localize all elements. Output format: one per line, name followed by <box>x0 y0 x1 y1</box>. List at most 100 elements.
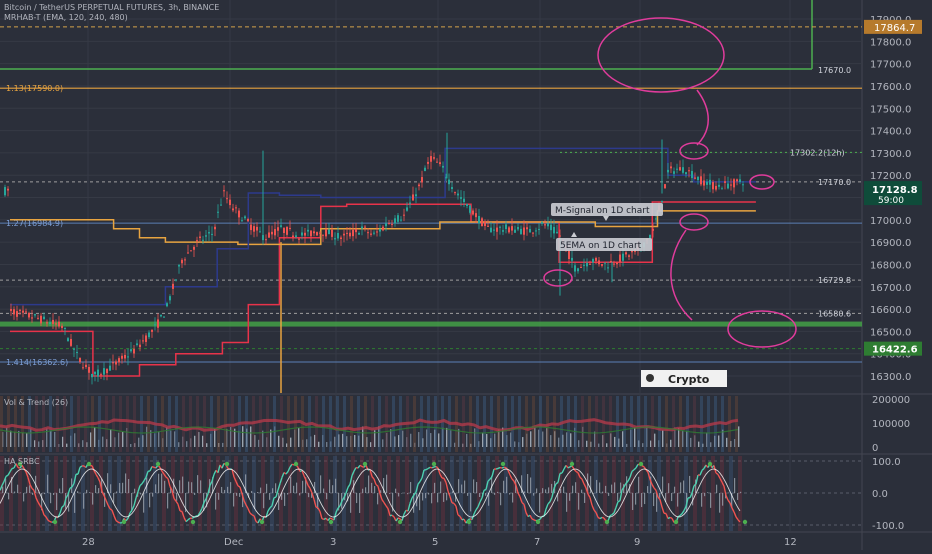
oscillator-hist <box>194 493 195 495</box>
oscillator-hist <box>509 493 510 495</box>
trend-stripe <box>336 396 339 452</box>
candle-body <box>631 251 633 252</box>
candle-body <box>601 264 603 266</box>
trend-stripe <box>189 396 192 452</box>
candle-body <box>229 200 231 205</box>
level-17170-label: 17170.0 <box>818 178 851 187</box>
candle-body <box>286 227 288 235</box>
price-pane[interactable] <box>0 0 862 393</box>
candle-body <box>535 230 537 231</box>
trend-stripe <box>280 396 283 452</box>
oscillator-hist <box>140 493 141 494</box>
oscillator-hist <box>545 489 546 493</box>
oscillator-hist <box>116 491 117 493</box>
oscillator-hist <box>83 493 84 509</box>
oscillator-hist <box>50 493 51 503</box>
volume-bar <box>662 430 663 447</box>
oscillator-top-marker <box>156 462 160 466</box>
candle-body <box>58 322 60 327</box>
candle-body <box>721 188 723 189</box>
oscillator-hist <box>443 493 444 502</box>
trend-stripe <box>322 396 325 452</box>
candle-body <box>475 213 477 217</box>
candle-body <box>736 179 738 181</box>
oscillator-hist <box>77 491 78 493</box>
trend-stripe <box>119 396 122 452</box>
trend-stripe <box>182 396 185 452</box>
oscillator-line <box>432 467 434 468</box>
countdown-label: 59:00 <box>878 196 904 206</box>
price-tick-label: 17800.0 <box>870 37 911 48</box>
candle-body <box>280 225 282 227</box>
oscillator-hist <box>683 481 684 493</box>
oscillator-hist <box>494 493 495 495</box>
price-tick-label: 17700.0 <box>870 60 911 71</box>
oscillator-line <box>330 518 332 519</box>
volume-bar <box>642 443 643 447</box>
trend-stripe <box>273 396 276 452</box>
candle-body <box>307 230 309 232</box>
candle-body <box>382 227 384 231</box>
volume-bar <box>598 444 599 447</box>
oscillator-top-marker <box>639 462 643 466</box>
oscillator-hist <box>737 493 738 500</box>
candle-body <box>121 356 123 359</box>
candle-body <box>247 219 249 221</box>
candle-body <box>739 179 741 182</box>
oscillator-stripe <box>180 456 184 531</box>
trend-stripe <box>126 396 129 452</box>
trend-stripe <box>525 396 528 452</box>
candle-body <box>244 216 246 218</box>
oscillator-hist <box>167 493 168 508</box>
candle-body <box>487 226 489 227</box>
candle-body <box>616 263 618 265</box>
candle-body <box>430 156 432 162</box>
candle-body <box>61 326 63 328</box>
candle-body <box>205 235 207 236</box>
volume-bar <box>418 432 419 447</box>
candle-body <box>550 225 552 230</box>
candle-body <box>106 369 108 373</box>
candle-body <box>325 229 327 236</box>
oscillator-hist <box>716 485 717 493</box>
oscillator-hist <box>422 493 423 501</box>
candle-body <box>541 222 543 224</box>
oscillator-hist <box>605 486 606 493</box>
candle-body <box>193 247 195 250</box>
candle-body <box>97 370 99 377</box>
candle-body <box>70 339 72 346</box>
candle-body <box>220 205 222 206</box>
candle-body <box>511 226 513 230</box>
oscillator-line <box>6 475 8 476</box>
volume-bar <box>578 440 579 447</box>
oscillator-hist <box>350 493 351 513</box>
volume-bar <box>710 442 711 447</box>
price-tick-label: 17200.0 <box>870 171 911 182</box>
candle-body <box>556 232 558 233</box>
candle-body <box>67 338 69 341</box>
oscillator-hist <box>425 493 426 498</box>
candle-body <box>571 258 573 261</box>
oscillator-hist <box>647 486 648 493</box>
oscillator-hist <box>74 493 75 513</box>
trend-stripe <box>595 396 598 452</box>
candle-body <box>340 238 342 239</box>
oscillator-stripe <box>9 456 13 531</box>
oscillator-hist <box>434 483 435 493</box>
oscillator-hist <box>239 493 240 497</box>
volume-bar <box>558 438 559 447</box>
oscillator-line <box>670 517 672 518</box>
trend-stripe <box>567 396 570 452</box>
candle-body <box>517 227 519 229</box>
oscillator-stripe <box>270 456 274 531</box>
candle-body <box>7 189 9 191</box>
candle-body <box>568 251 570 259</box>
oscillator-hist <box>308 493 309 497</box>
oscillator-hist <box>128 479 129 493</box>
oscillator-bottom-marker <box>467 520 471 524</box>
candle-body <box>49 322 51 324</box>
candle-body <box>694 178 696 179</box>
trend-stripe <box>735 396 738 452</box>
oscillator-line <box>426 469 428 470</box>
oscillator-stripe <box>666 456 670 531</box>
